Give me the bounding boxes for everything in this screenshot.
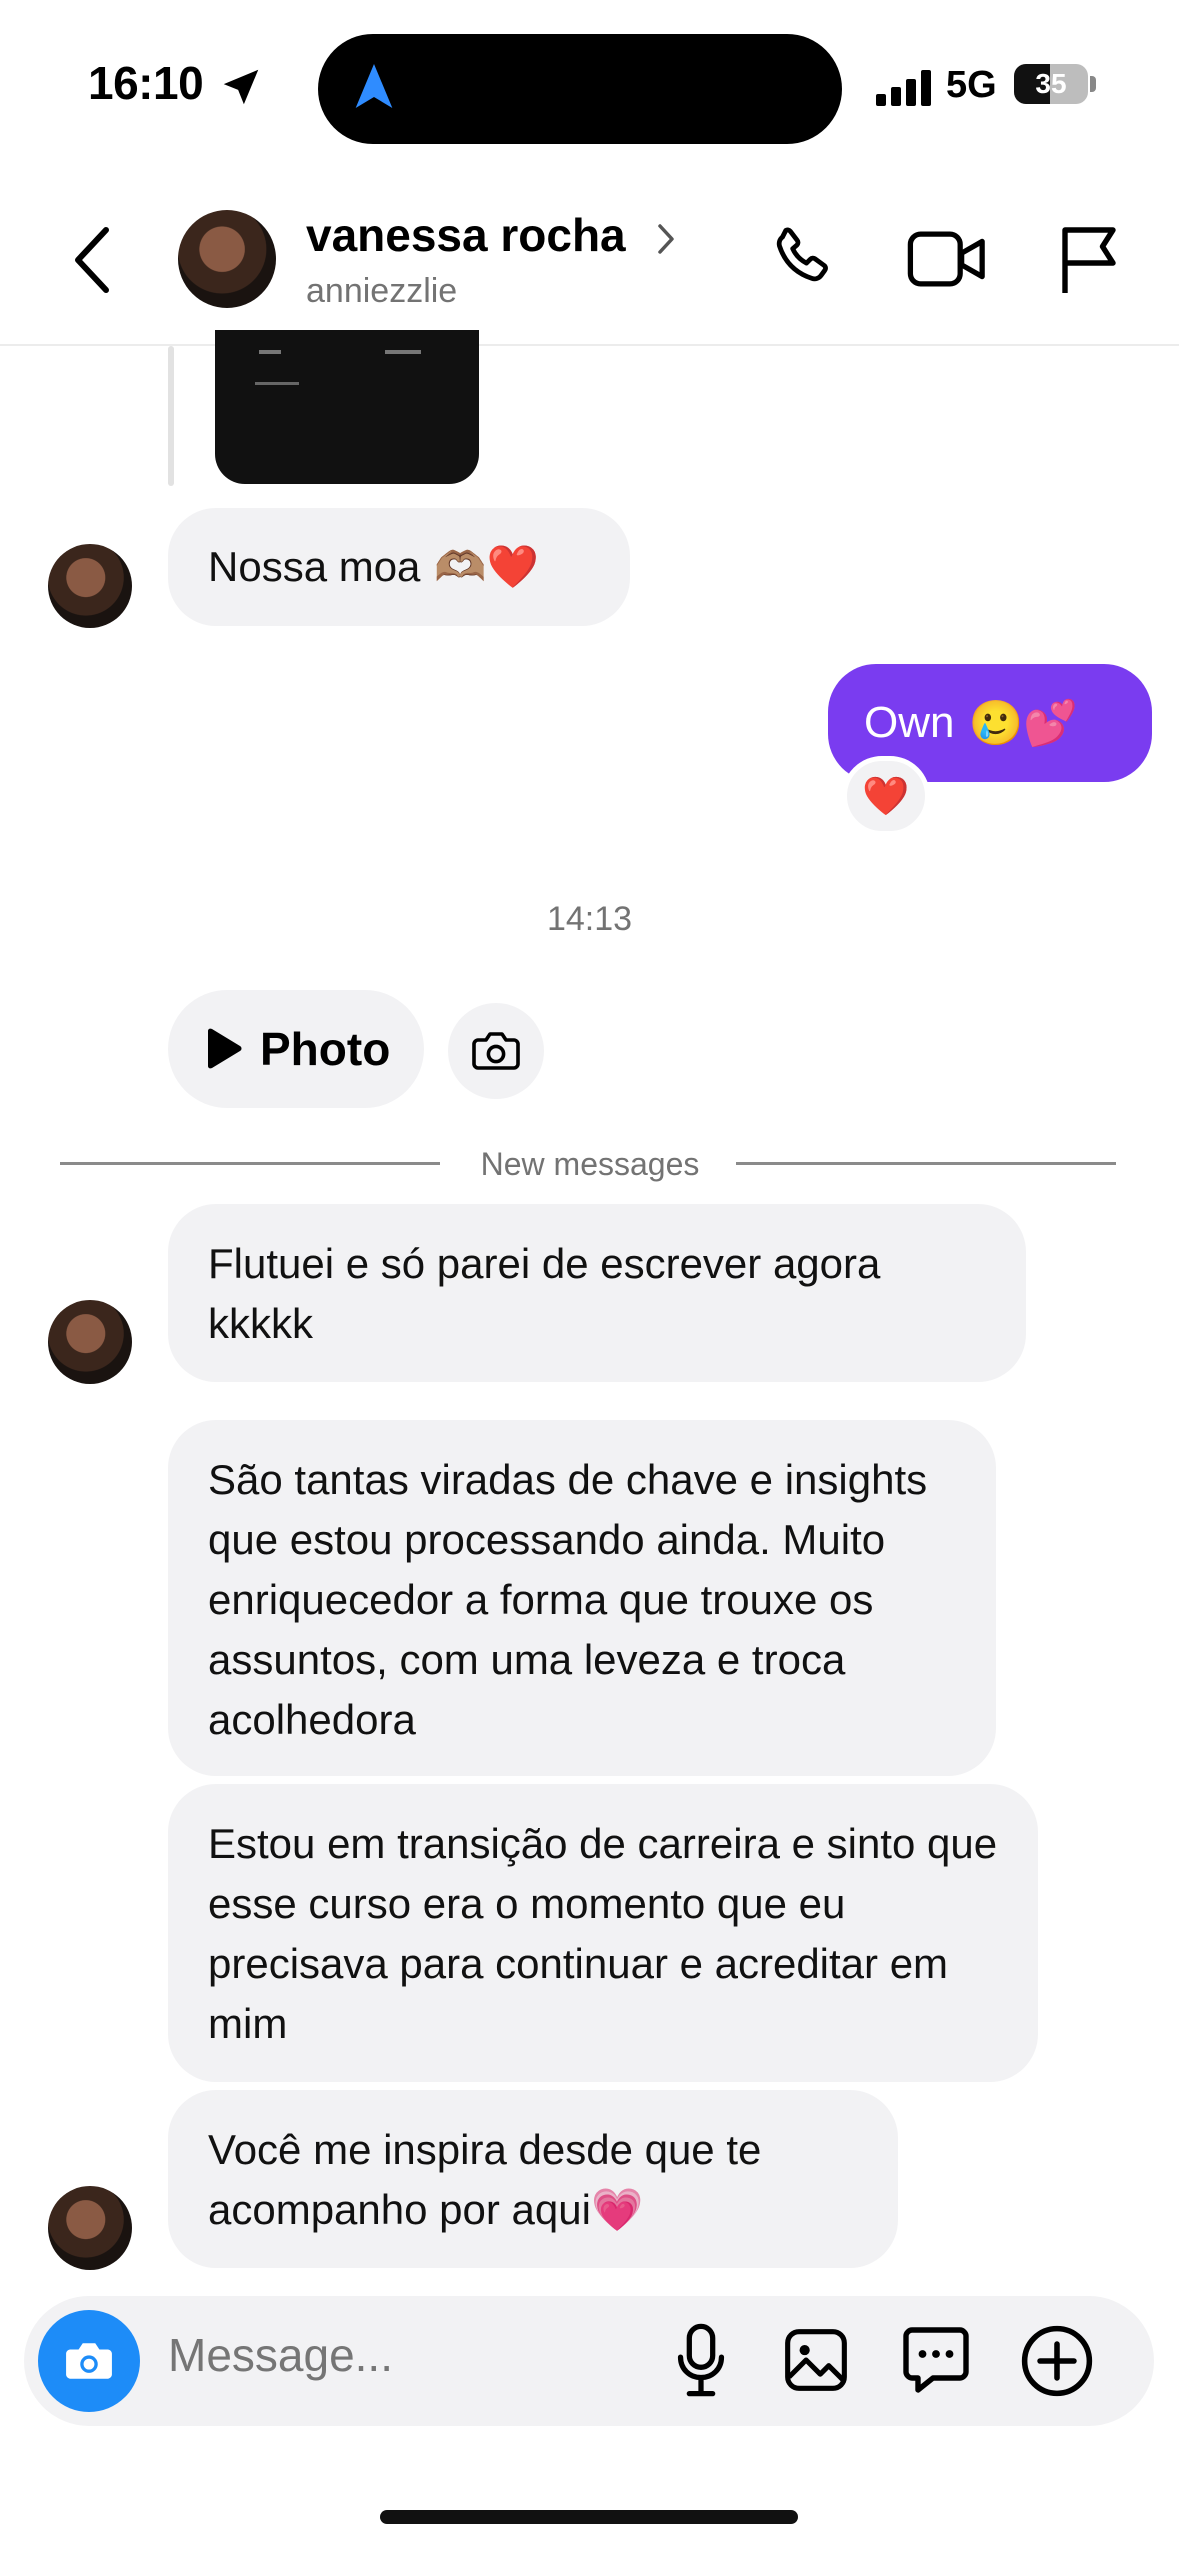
header-avatar[interactable] — [178, 210, 276, 308]
chevron-right-icon[interactable] — [656, 222, 676, 256]
message-text: Flutuei e só parei de escrever agora kkk… — [208, 1240, 881, 1347]
new-messages-label: New messages — [480, 1146, 700, 1182]
message-text: Nossa moa — [208, 543, 421, 590]
gallery-icon[interactable] — [782, 2326, 850, 2394]
timestamp: 14:13 — [546, 900, 633, 938]
dynamic-island — [318, 34, 842, 144]
play-icon — [208, 1028, 242, 1069]
battery-level: 35 — [1035, 68, 1067, 99]
reply-quote-bar — [168, 346, 174, 486]
shared-post-image[interactable] — [215, 330, 479, 484]
heart-hands-emoji: 🫶🏽❤️ — [434, 542, 540, 591]
header-divider — [0, 344, 1179, 346]
pink-heart-emoji: 💗 — [590, 2185, 644, 2234]
message-text: Estou em transição de carreira e sinto q… — [208, 1820, 998, 2047]
sticker-chat-icon[interactable] — [900, 2324, 972, 2396]
photo-label: Photo — [260, 1023, 391, 1075]
video-camera-icon[interactable] — [906, 226, 988, 292]
flag-icon[interactable] — [1056, 224, 1122, 296]
back-chevron-icon[interactable] — [70, 224, 116, 296]
network-type: 5G — [946, 64, 997, 106]
message-bubble-incoming[interactable]: Você me inspira desde que te acompanho p… — [168, 2090, 898, 2268]
battery-tip — [1090, 76, 1096, 92]
sender-avatar[interactable] — [48, 544, 132, 628]
sender-avatar[interactable] — [48, 1300, 132, 1384]
camera-icon — [66, 2343, 112, 2379]
message-bubble-incoming[interactable]: Flutuei e só parei de escrever agora kkk… — [168, 1204, 1026, 1382]
message-text: Você me inspira desde que te acompanho p… — [208, 2126, 762, 2233]
status-time: 16:10 — [88, 57, 204, 109]
contact-name[interactable]: vanessa rocha — [306, 208, 626, 262]
camera-icon — [472, 1032, 520, 1070]
message-bubble-incoming[interactable]: São tantas viradas de chave e insights q… — [168, 1420, 996, 1776]
contact-username[interactable]: anniezzlie — [306, 272, 457, 311]
new-messages-line-right — [736, 1162, 1116, 1165]
home-indicator[interactable] — [380, 2510, 798, 2524]
new-messages-line-left — [60, 1162, 440, 1165]
message-text: São tantas viradas de chave e insights q… — [208, 1456, 928, 1743]
sender-avatar[interactable] — [48, 2186, 132, 2270]
message-bubble-incoming[interactable]: Nossa moa 🫶🏽❤️ — [168, 508, 630, 626]
plus-circle-icon[interactable] — [1020, 2324, 1094, 2398]
heart-reaction[interactable]: ❤️ — [842, 756, 930, 836]
message-emoji: 🥲💕 — [968, 698, 1079, 749]
navigation-arrow-icon — [355, 64, 393, 108]
microphone-icon[interactable] — [674, 2322, 728, 2398]
camera-reply-button[interactable] — [448, 1003, 544, 1099]
camera-button[interactable] — [38, 2310, 140, 2412]
message-input[interactable] — [168, 2328, 628, 2382]
view-once-photo-button[interactable]: Photo — [168, 990, 424, 1108]
message-text: Own — [864, 698, 955, 747]
phone-icon[interactable] — [766, 222, 838, 294]
location-arrow-icon — [223, 69, 259, 105]
signal-bars-icon — [876, 70, 931, 106]
message-bubble-incoming[interactable]: Estou em transição de carreira e sinto q… — [168, 1784, 1038, 2082]
